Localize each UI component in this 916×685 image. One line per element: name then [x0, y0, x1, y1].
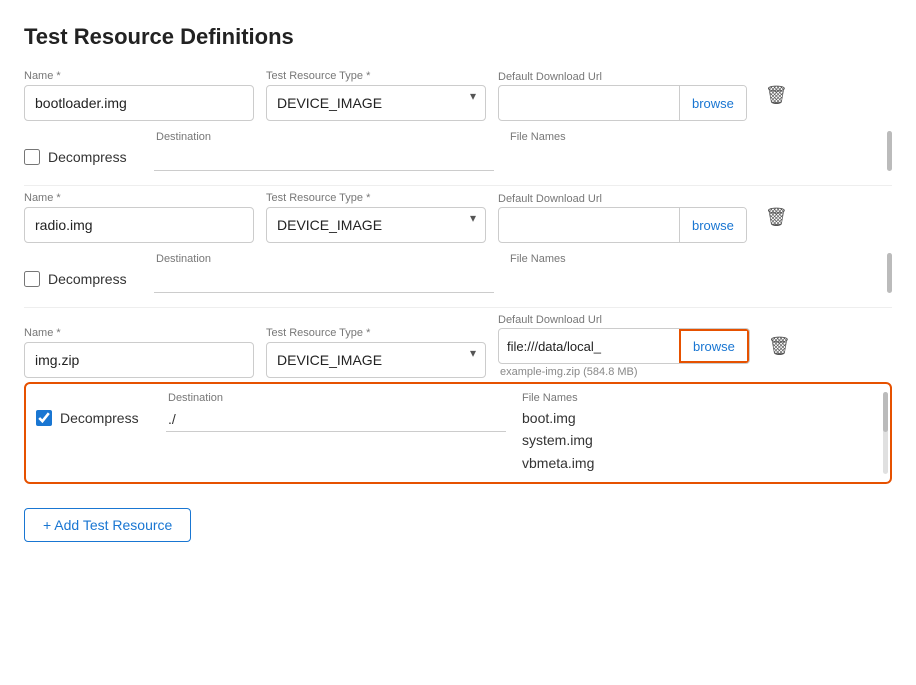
download-input-wrap: browse: [498, 328, 750, 364]
scrollbar-thumb: [887, 253, 892, 293]
type-select[interactable]: DEVICE_IMAGEPACKAGETOOL: [266, 207, 486, 243]
type-select[interactable]: DEVICE_IMAGEPACKAGETOOL: [266, 342, 486, 378]
resources-container: Name * Test Resource Type * DEVICE_IMAGE…: [24, 70, 892, 484]
scrollbar[interactable]: [883, 392, 888, 474]
file-names-label: File Names: [522, 392, 880, 404]
type-label: Test Resource Type *: [266, 327, 486, 339]
resource-block-1: Name * Test Resource Type * DEVICE_IMAGE…: [24, 70, 892, 177]
resource-row-1: Name * Test Resource Type * DEVICE_IMAGE…: [24, 70, 892, 121]
download-input[interactable]: [499, 211, 679, 240]
download-input-wrap: browse: [498, 85, 747, 121]
file-names-wrap: File Names boot.imgsystem.imgvbmeta.img: [522, 392, 880, 474]
browse-button[interactable]: browse: [679, 86, 746, 120]
download-input[interactable]: [499, 89, 679, 118]
destination-input[interactable]: [166, 407, 506, 432]
decompress-destination: Destination: [166, 392, 506, 432]
page-title: Test Resource Definitions: [24, 24, 892, 50]
download-hint: example-img.zip (584.8 MB): [498, 366, 750, 378]
name-field-group: Name *: [24, 327, 254, 378]
decompress-check-wrap: Decompress: [36, 392, 166, 426]
delete-resource-button[interactable]: 🗑: [762, 332, 797, 361]
decompress-destination: Destination: [154, 253, 494, 293]
file-name-item: system.img: [522, 429, 880, 451]
decompress-row-3: Decompress Destination File Names boot.i…: [24, 382, 892, 484]
download-field-group: Default Download Url browse: [498, 71, 747, 121]
decompress-row-1: Decompress Destination File Names: [24, 125, 892, 177]
delete-resource-button[interactable]: 🗑: [759, 81, 794, 110]
resource-block-2: Name * Test Resource Type * DEVICE_IMAGE…: [24, 192, 892, 299]
browse-button[interactable]: browse: [679, 208, 746, 242]
destination-input[interactable]: [154, 146, 494, 171]
decompress-check-wrap: Decompress: [24, 253, 154, 287]
decompress-checkbox[interactable]: [36, 410, 52, 426]
file-names-label: File Names: [510, 131, 884, 143]
download-input[interactable]: [499, 332, 679, 361]
decompress-destination: Destination: [154, 131, 494, 171]
file-names-wrap: File Names: [510, 131, 884, 146]
resource-block-3: Name * Test Resource Type * DEVICE_IMAGE…: [24, 314, 892, 484]
resource-row-3: Name * Test Resource Type * DEVICE_IMAGE…: [24, 314, 892, 378]
name-field-group: Name *: [24, 70, 254, 121]
add-test-resource-button[interactable]: + Add Test Resource: [24, 508, 191, 542]
destination-label: Destination: [156, 131, 494, 143]
file-names-wrap: File Names: [510, 253, 884, 268]
name-field-group: Name *: [24, 192, 254, 243]
decompress-checkbox[interactable]: [24, 271, 40, 287]
resource-row-2: Name * Test Resource Type * DEVICE_IMAGE…: [24, 192, 892, 243]
file-name-item: vbmeta.img: [522, 452, 880, 474]
download-field-group: Default Download Url browse: [498, 193, 747, 243]
scrollbar-thumb: [887, 131, 892, 171]
file-names-list: boot.imgsystem.imgvbmeta.img: [522, 407, 880, 474]
scrollbar[interactable]: [887, 253, 892, 268]
name-label: Name *: [24, 327, 254, 339]
type-field-group: Test Resource Type * DEVICE_IMAGEPACKAGE…: [266, 70, 486, 121]
type-select[interactable]: DEVICE_IMAGEPACKAGETOOL: [266, 85, 486, 121]
delete-resource-button[interactable]: 🗑: [759, 203, 794, 232]
decompress-checkbox[interactable]: [24, 149, 40, 165]
decompress-label: Decompress: [60, 410, 139, 426]
file-name-item: boot.img: [522, 407, 880, 429]
scrollbar-thumb: [883, 392, 888, 432]
destination-label: Destination: [156, 253, 494, 265]
name-input[interactable]: [24, 85, 254, 121]
type-field-group: Test Resource Type * DEVICE_IMAGEPACKAGE…: [266, 327, 486, 378]
download-input-wrap: browse: [498, 207, 747, 243]
type-label: Test Resource Type *: [266, 70, 486, 82]
type-label: Test Resource Type *: [266, 192, 486, 204]
decompress-label: Decompress: [48, 271, 127, 287]
name-label: Name *: [24, 192, 254, 204]
name-input[interactable]: [24, 342, 254, 378]
scrollbar[interactable]: [887, 131, 892, 146]
download-label: Default Download Url: [498, 193, 747, 205]
download-label: Default Download Url: [498, 314, 750, 326]
destination-input[interactable]: [154, 268, 494, 293]
type-field-group: Test Resource Type * DEVICE_IMAGEPACKAGE…: [266, 192, 486, 243]
decompress-check-wrap: Decompress: [24, 131, 154, 165]
destination-label: Destination: [168, 392, 506, 404]
file-names-label: File Names: [510, 253, 884, 265]
browse-button[interactable]: browse: [679, 329, 749, 363]
decompress-row-2: Decompress Destination File Names: [24, 247, 892, 299]
download-label: Default Download Url: [498, 71, 747, 83]
divider: [24, 307, 892, 308]
decompress-label: Decompress: [48, 149, 127, 165]
name-input[interactable]: [24, 207, 254, 243]
divider: [24, 185, 892, 186]
download-field-group: Default Download Url browse example-img.…: [498, 314, 750, 378]
name-label: Name *: [24, 70, 254, 82]
